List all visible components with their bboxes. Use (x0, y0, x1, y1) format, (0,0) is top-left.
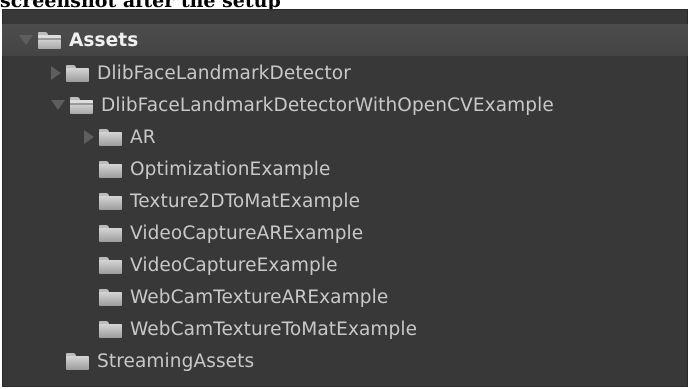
expand-arrow-icon[interactable] (19, 35, 33, 45)
tree-item-dlibfacelandmarkdetector[interactable]: DlibFaceLandmarkDetector (2, 57, 688, 89)
folder-icon (99, 192, 122, 210)
tree-item-streamingassets[interactable]: StreamingAssets (2, 345, 688, 377)
folder-icon (99, 128, 122, 146)
tree-item-label: WebCamTextureARExample (130, 286, 389, 308)
tree-item-label: AR (130, 126, 156, 148)
folder-icon (38, 31, 61, 49)
tree-item-optimizationexample[interactable]: OptimizationExample (2, 153, 688, 185)
tree-item-label: WebCamTextureToMatExample (130, 318, 418, 340)
collapse-arrow-icon[interactable] (51, 100, 65, 110)
folder-icon (66, 352, 89, 370)
folder-icon (99, 288, 122, 306)
folder-icon (99, 160, 122, 178)
folder-icon (70, 96, 93, 114)
tree-item-label: VideoCaptureExample (130, 254, 338, 276)
tree-item-texture2dtomatexample[interactable]: Texture2DToMatExample (2, 185, 688, 217)
folder-icon (99, 320, 122, 338)
tree-item-webcamtexturetomatexample[interactable]: WebCamTextureToMatExample (2, 313, 688, 345)
tree-item-dlibfacelandmarkdetectorwithopencvexample[interactable]: DlibFaceLandmarkDetectorWithOpenCVExampl… (2, 89, 688, 121)
tree-item-label: DlibFaceLandmarkDetector (97, 62, 351, 84)
tree-root-assets[interactable]: Assets (2, 24, 688, 56)
project-panel: Assets DlibFaceLandmarkDetector DlibFace… (2, 9, 688, 387)
tree-item-label: StreamingAssets (97, 350, 255, 372)
tree-item-label: DlibFaceLandmarkDetectorWithOpenCVExampl… (101, 94, 554, 116)
tree-item-videocaptureexample[interactable]: VideoCaptureExample (2, 249, 688, 281)
tree-item-webcamtexturearexample[interactable]: WebCamTextureARExample (2, 281, 688, 313)
tree-item-label: Assets (69, 29, 139, 51)
tree-item-label: VideoCaptureARExample (130, 222, 364, 244)
tree-item-videocapturearexample[interactable]: VideoCaptureARExample (2, 217, 688, 249)
expand-arrow-icon[interactable] (51, 66, 61, 80)
tree-item-label: Texture2DToMatExample (130, 190, 361, 212)
folder-icon (99, 256, 122, 274)
tree-item-ar[interactable]: AR (2, 121, 688, 153)
expand-arrow-icon[interactable] (84, 130, 94, 144)
folder-icon (66, 64, 89, 82)
tree-item-label: OptimizationExample (130, 158, 331, 180)
folder-icon (99, 224, 122, 242)
